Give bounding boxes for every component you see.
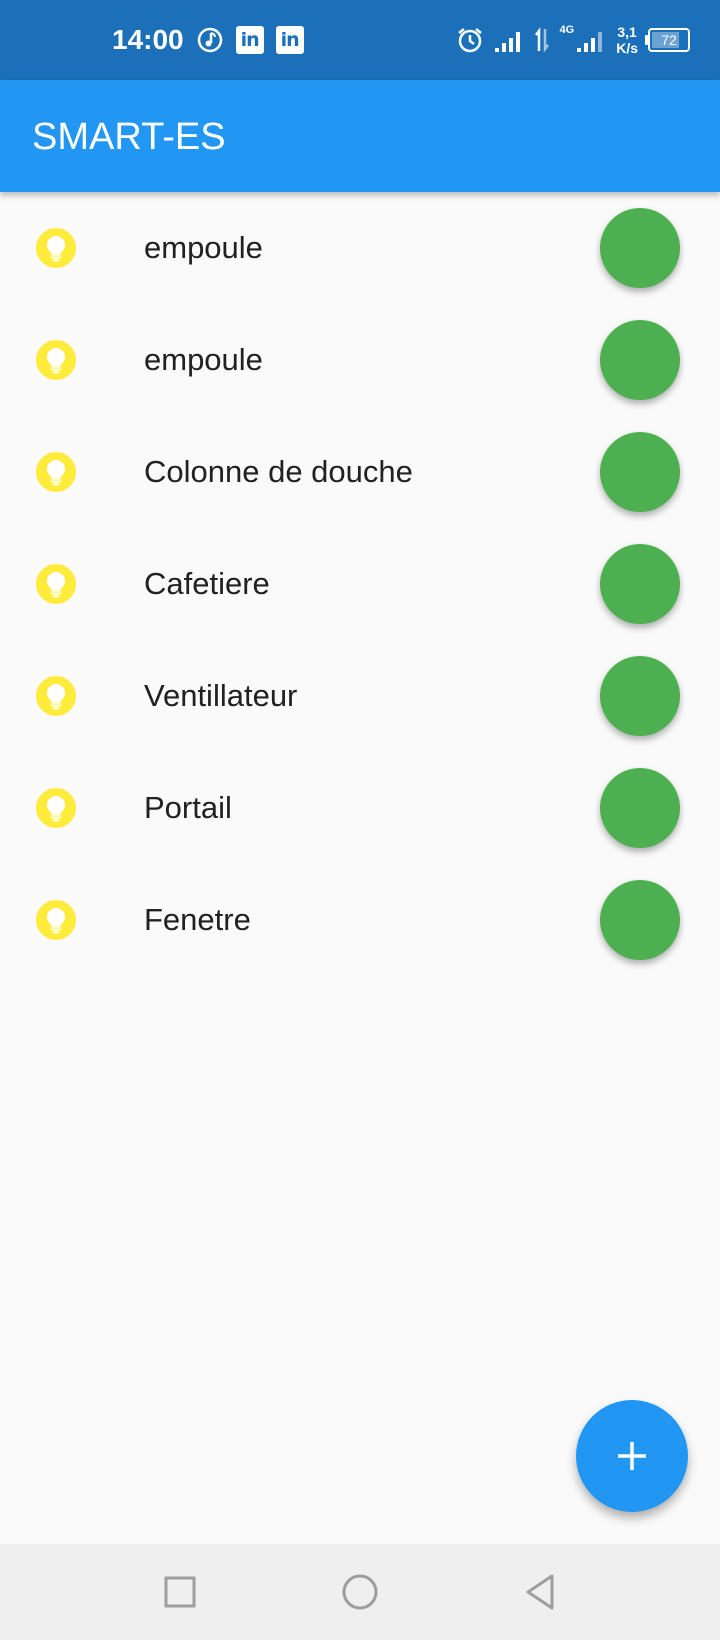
data-transfer-icon — [534, 27, 550, 53]
lightbulb-icon — [36, 900, 76, 940]
device-name: Fenetre — [144, 902, 251, 937]
device-row[interactable]: Colonne de douche — [0, 416, 720, 528]
add-device-button[interactable] — [576, 1400, 688, 1512]
device-row[interactable]: empoule — [0, 192, 720, 304]
navigation-bar — [0, 1544, 720, 1640]
app-title: SMART-ES — [32, 116, 226, 158]
device-row[interactable]: empoule — [0, 304, 720, 416]
signal-icon — [576, 28, 606, 52]
music-icon — [196, 26, 224, 54]
device-name: Cafetiere — [144, 566, 270, 601]
app-bar: SMART-ES — [0, 80, 720, 192]
network-speed-value: 3,1 — [617, 24, 637, 40]
device-name: empoule — [144, 230, 263, 265]
signal-icon — [494, 28, 524, 52]
network-speed: 3,1 K/s — [616, 24, 638, 56]
lightbulb-icon — [36, 564, 76, 604]
linkedin-icon: in — [275, 26, 304, 54]
device-row[interactable]: Ventillateur — [0, 640, 720, 752]
alarm-icon — [456, 26, 484, 54]
device-toggle-button[interactable] — [600, 208, 680, 288]
network-speed-unit: K/s — [616, 40, 638, 56]
device-toggle-button[interactable] — [600, 544, 680, 624]
lightbulb-icon — [36, 676, 76, 716]
lightbulb-icon — [36, 340, 76, 380]
home-icon[interactable] — [340, 1572, 380, 1612]
device-name: Colonne de douche — [144, 454, 413, 489]
lightbulb-icon — [36, 452, 76, 492]
device-toggle-button[interactable] — [600, 320, 680, 400]
device-name: Ventillateur — [144, 678, 298, 713]
device-toggle-button[interactable] — [600, 880, 680, 960]
network-type-label: 4G — [559, 24, 575, 36]
device-name: empoule — [144, 342, 263, 377]
status-right: 4G 3,1 K/s 72 — [456, 20, 690, 60]
device-row[interactable]: Portail — [0, 752, 720, 864]
linkedin-icon: in — [235, 26, 264, 54]
battery-icon: 72 — [645, 28, 690, 52]
status-time: 14:00 — [112, 24, 184, 55]
device-toggle-button[interactable] — [600, 656, 680, 736]
recent-apps-icon[interactable] — [160, 1572, 200, 1612]
status-left: 14:00 in in — [112, 20, 304, 60]
lightbulb-icon — [36, 228, 76, 268]
device-row[interactable]: Cafetiere — [0, 528, 720, 640]
device-row[interactable]: Fenetre — [0, 864, 720, 976]
status-bar: 14:00 in in 4G 3,1 K/s 72 — [0, 0, 720, 80]
device-toggle-button[interactable] — [600, 432, 680, 512]
device-list: empoule empoule Colonne de douche Cafeti… — [0, 192, 720, 976]
device-toggle-button[interactable] — [600, 768, 680, 848]
lightbulb-icon — [36, 788, 76, 828]
battery-level: 72 — [661, 32, 677, 48]
plus-icon — [615, 1439, 649, 1473]
back-icon[interactable] — [520, 1572, 560, 1612]
device-name: Portail — [144, 790, 232, 825]
